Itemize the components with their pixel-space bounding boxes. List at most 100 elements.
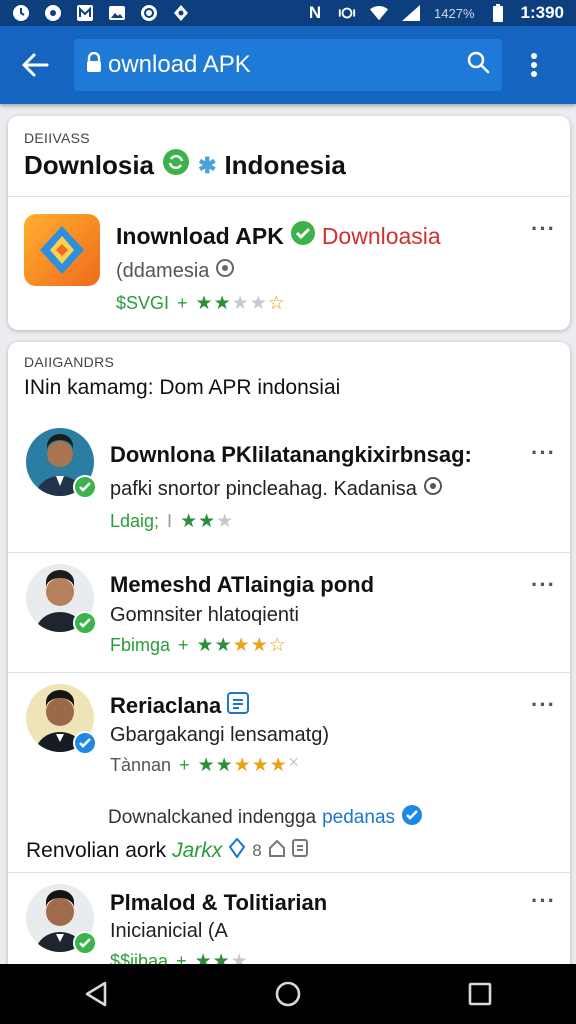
star-outline-icon: ☆ — [267, 293, 285, 314]
star-filled-icon: ★ — [180, 511, 198, 532]
battery-icon — [489, 4, 507, 22]
overflow-menu-button[interactable] — [514, 40, 554, 90]
star-empty-icon: ✕ — [287, 754, 300, 770]
rating-stars: ★ ★ ★ ★ ★ ✕ — [198, 754, 300, 777]
search-icon[interactable] — [466, 50, 490, 81]
section-heading: INin kamamg: Dom APR indonsiai — [24, 376, 341, 399]
star-filled-icon: ★ — [269, 755, 287, 776]
star-empty-icon: ★ — [216, 511, 234, 532]
clock-icon — [12, 4, 30, 22]
back-button[interactable] — [10, 40, 60, 90]
app-sub-text: (ddamesia — [116, 259, 210, 282]
promo-line1-text: Downalckaned indengga — [108, 807, 317, 828]
battery-percent: 1427% — [434, 5, 475, 21]
promo-line2: Renvolian aork Jarkx 8 — [26, 837, 308, 864]
item-meta-text: Tànnan — [110, 755, 172, 775]
item-title: Downlona PKlilatanangkixirbnsag: — [110, 442, 472, 467]
verified-icon — [401, 804, 423, 832]
nav-recents-button[interactable] — [450, 964, 510, 1024]
list-item[interactable]: Memeshd ATlaingia pond Gomnsiter hlatoqi… — [8, 554, 570, 672]
results-card: DAIIGANDRS INin kamamg: Dom APR indonsia… — [8, 342, 570, 982]
meta-separator: + — [179, 755, 190, 775]
media-icon — [140, 4, 158, 22]
item-title: Memeshd ATlaingia pond — [110, 572, 375, 597]
app-meta: $SVGI + ★ ★ ★ ★ ☆ — [116, 292, 285, 315]
promo-line1-link[interactable]: pedanas — [322, 807, 395, 829]
app-row[interactable]: Inownload APK Downloasia (ddamesia $SVGI… — [8, 196, 570, 330]
app-sub: (ddamesia — [116, 258, 235, 284]
promo-line1: Downalckaned indengga pedanas — [108, 804, 423, 832]
promo-line2-text: Renvolian aork — [26, 839, 167, 862]
more-options-button[interactable]: ··· — [531, 692, 556, 718]
star-filled-icon: ★ — [197, 755, 215, 776]
vibrate-icon — [338, 4, 356, 22]
item-sub: Gomnsiter hlatoqienti — [110, 604, 299, 626]
star-filled-icon: ★ — [250, 635, 268, 656]
status-bar: N 1427% 1:390 — [0, 0, 576, 26]
promo-block[interactable]: Downalckaned indengga pedanas Renvolian … — [8, 796, 570, 872]
circle-home-icon — [275, 981, 301, 1007]
refresh-icon — [162, 148, 190, 183]
star-filled-icon: ★ — [195, 293, 213, 314]
list-item[interactable]: Downlona PKlilatanangkixirbnsag: pafki s… — [8, 420, 570, 552]
item-meta: Tànnan + ★ ★ ★ ★ ★ ✕ — [110, 754, 300, 777]
square-recents-icon — [468, 982, 492, 1006]
item-title: Reriaclana — [110, 692, 250, 720]
star-filled-icon: ★ — [196, 635, 214, 656]
star-empty-icon: ★ — [249, 293, 267, 314]
star-filled-icon: ★ — [232, 635, 250, 656]
arrow-left-icon — [22, 53, 49, 77]
promo-line2-link[interactable]: Jarkx — [172, 839, 222, 863]
meta-separator: I — [167, 511, 173, 531]
item-title: Plmalod & Tolitiarian — [110, 890, 328, 915]
document-icon — [227, 692, 250, 720]
nfc-icon: N — [308, 3, 322, 22]
more-options-button[interactable]: ··· — [531, 216, 556, 242]
info-circle-icon — [215, 258, 235, 284]
star-filled-icon: ★ — [213, 293, 231, 314]
promo-line2-tail: 8 — [252, 841, 262, 860]
featured-card: DEIIVASS Downlosia ✱ Indonesia Inownload… — [8, 116, 570, 330]
list-item[interactable]: Reriaclana Gbargakangi lensamatg) Tànnan… — [8, 674, 570, 792]
receipt-icon — [291, 839, 308, 863]
system-nav-bar — [0, 964, 576, 1024]
divider — [8, 552, 570, 553]
triangle-back-icon — [85, 981, 107, 1007]
item-meta-text: Ldaig; — [110, 511, 160, 531]
section-title: Downlosia ✱ Indonesia — [24, 148, 346, 183]
image-icon — [108, 4, 126, 22]
item-sub: Gbargakangi lensamatg) — [110, 724, 330, 746]
clock-time: 1:390 — [520, 3, 564, 22]
star-filled-icon: ★ — [198, 511, 216, 532]
more-vert-icon — [531, 53, 537, 77]
app-name-red: Downloasia — [321, 222, 441, 249]
location-pin-icon — [228, 837, 246, 864]
section-label: DEIIVASS — [24, 130, 90, 146]
meta-separator: + — [178, 635, 189, 655]
rating-stars: ★ ★ ★ — [180, 510, 233, 533]
home-icon — [268, 839, 286, 863]
divider — [8, 872, 570, 873]
meta-separator: + — [177, 293, 188, 313]
sparkle-icon: ✱ — [198, 152, 217, 178]
nav-home-button[interactable] — [258, 964, 318, 1024]
signal-icon — [402, 4, 421, 22]
section-title-a: Downlosia — [24, 150, 155, 180]
info-circle-icon — [423, 476, 443, 502]
app-title: Inownload APK Downloasia — [116, 220, 441, 252]
app-name: Inownload APK — [116, 222, 284, 249]
star-outline-icon: ☆ — [268, 635, 286, 656]
app-bar: ownload APK — [0, 26, 576, 104]
star-empty-icon: ★ — [231, 293, 249, 314]
more-options-button[interactable]: ··· — [531, 572, 556, 598]
url-field[interactable]: ownload APK — [74, 39, 502, 91]
verified-icon — [73, 475, 97, 499]
item-title-text: Reriaclana — [110, 693, 222, 718]
more-options-button[interactable]: ··· — [531, 888, 556, 914]
notification-icon — [44, 4, 62, 22]
more-options-button[interactable]: ··· — [531, 440, 556, 466]
item-sub: Inicianicial (A — [110, 920, 228, 942]
avatar — [26, 564, 97, 635]
nav-back-button[interactable] — [66, 964, 126, 1024]
item-meta-text: Fbimga — [110, 635, 171, 655]
